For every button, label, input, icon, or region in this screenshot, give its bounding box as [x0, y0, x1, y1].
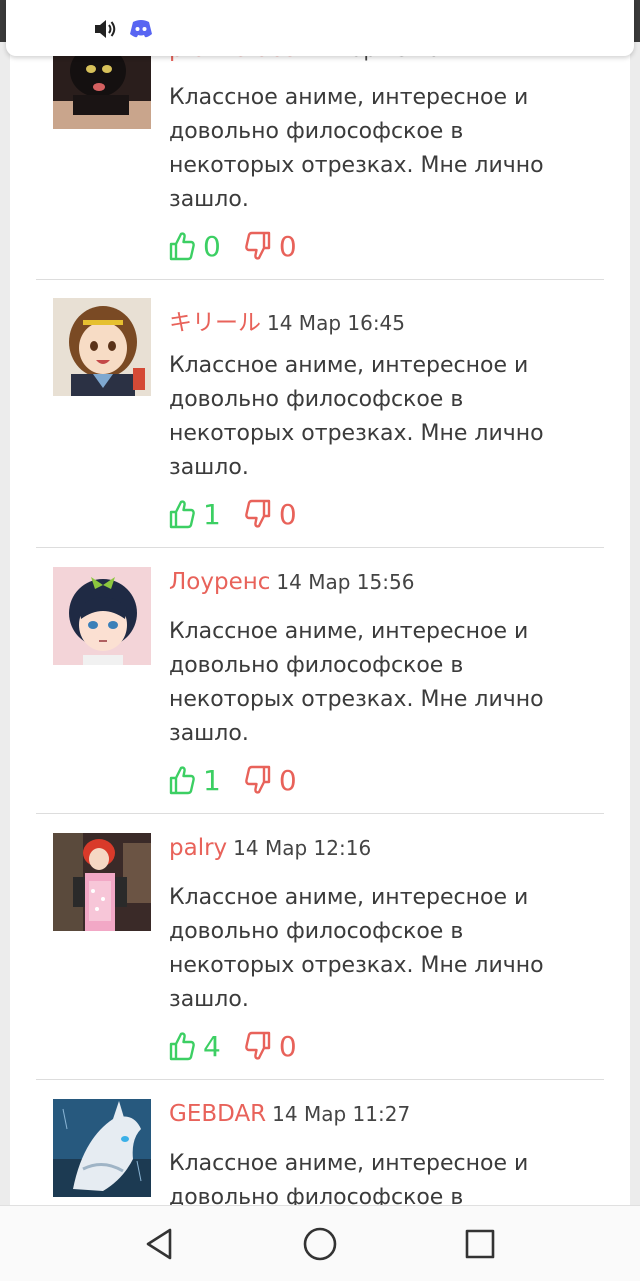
anime-boy-ribbon-avatar-image: [53, 567, 151, 665]
volume-icon: [95, 20, 116, 38]
comment-date: 14 Мар 12:16: [233, 836, 372, 860]
dislike-button[interactable]: 0: [245, 230, 297, 263]
author-name[interactable]: GEBDAR: [169, 1101, 266, 1127]
dislike-button[interactable]: 0: [245, 498, 297, 531]
thumbs-down-icon: [245, 1031, 271, 1060]
like-button[interactable]: 1: [169, 498, 221, 531]
dislike-count: 0: [278, 1029, 297, 1063]
dislike-button[interactable]: 0: [245, 764, 297, 797]
comment-date: 14 Мар 15:56: [276, 570, 415, 594]
like-button[interactable]: 0: [169, 230, 221, 263]
back-triangle-icon: [146, 1228, 172, 1260]
avatar[interactable]: [53, 298, 151, 396]
comment-item: キリール 14 Мар 16:45 Классное аниме, интерес…: [36, 280, 604, 548]
dislike-count: 0: [278, 229, 297, 263]
vote-bar: 0 0: [169, 229, 297, 263]
comment-item: GEBDAR 14 Мар 11:27 Классное аниме, интер…: [36, 1080, 604, 1205]
comment-header: Лоуренс 14 Мар 15:56: [169, 569, 414, 595]
comment-text: Классное аниме, интересное и довольно фи…: [169, 85, 544, 212]
navigation-bar: [0, 1205, 640, 1281]
dislike-count: 0: [278, 497, 297, 531]
comment-date: 14 Мар 11:27: [272, 1102, 411, 1126]
vote-bar: 1 0: [169, 497, 297, 531]
comment-text: Классное аниме, интересное и довольно фи…: [169, 1151, 529, 1205]
recents-button[interactable]: [460, 1224, 500, 1264]
comment-item: Лоуренс 14 Мар 15:56 Классное аниме, инте…: [36, 548, 604, 814]
like-count: 1: [203, 763, 221, 797]
avatar[interactable]: [53, 833, 151, 931]
author-name[interactable]: palry: [169, 835, 227, 861]
thumbs-up-icon: [169, 1032, 195, 1061]
anime-girl-brown-hair-avatar-image: [53, 298, 151, 396]
comment-date: 14 Мар 16:45: [267, 311, 406, 335]
comment-header: GEBDAR 14 Мар 11:27: [169, 1101, 410, 1127]
thumbs-up-icon: [169, 500, 195, 529]
comment-header: キリール 14 Мар 16:45: [169, 303, 405, 337]
like-button[interactable]: 4: [169, 1030, 221, 1063]
author-name[interactable]: キリール: [169, 310, 261, 336]
like-button[interactable]: 1: [169, 764, 221, 797]
like-count: 4: [203, 1029, 221, 1063]
discord-icon: [130, 20, 152, 38]
thumbs-up-icon: [169, 232, 195, 261]
dislike-button[interactable]: 0: [245, 1030, 297, 1063]
comment-header: palry 14 Мар 12:16: [169, 835, 371, 861]
thumbs-down-icon: [245, 765, 271, 794]
avatar[interactable]: [53, 1099, 151, 1197]
thumbs-up-icon: [169, 766, 195, 795]
thumbs-down-icon: [245, 231, 271, 260]
comment-item: palry 14 Мар 12:16 Классное аниме, интере…: [36, 814, 604, 1080]
avatar[interactable]: [53, 567, 151, 665]
recents-square-icon: [465, 1229, 495, 1259]
vote-bar: 4 0: [169, 1029, 297, 1063]
home-circle-icon: [303, 1227, 337, 1261]
notification-overlay[interactable]: [6, 0, 634, 56]
home-button[interactable]: [300, 1224, 340, 1264]
comments-list: prankstaos14 Мар 18:10 Классное аниме, и…: [10, 0, 630, 1205]
comment-text: Классное аниме, интересное и довольно фи…: [169, 353, 544, 480]
thumbs-down-icon: [245, 499, 271, 528]
comment-text: Классное аниме, интересное и довольно фи…: [169, 885, 544, 1012]
anime-red-hair-apron-avatar-image: [53, 833, 151, 931]
comment-text: Классное аниме, интересное и довольно фи…: [169, 619, 544, 746]
white-wolf-avatar-image: [53, 1099, 151, 1197]
like-count: 1: [203, 497, 221, 531]
vote-bar: 1 0: [169, 763, 297, 797]
like-count: 0: [203, 229, 221, 263]
author-name[interactable]: Лоуренс: [169, 569, 270, 595]
dislike-count: 0: [278, 763, 297, 797]
back-button[interactable]: [140, 1224, 180, 1264]
